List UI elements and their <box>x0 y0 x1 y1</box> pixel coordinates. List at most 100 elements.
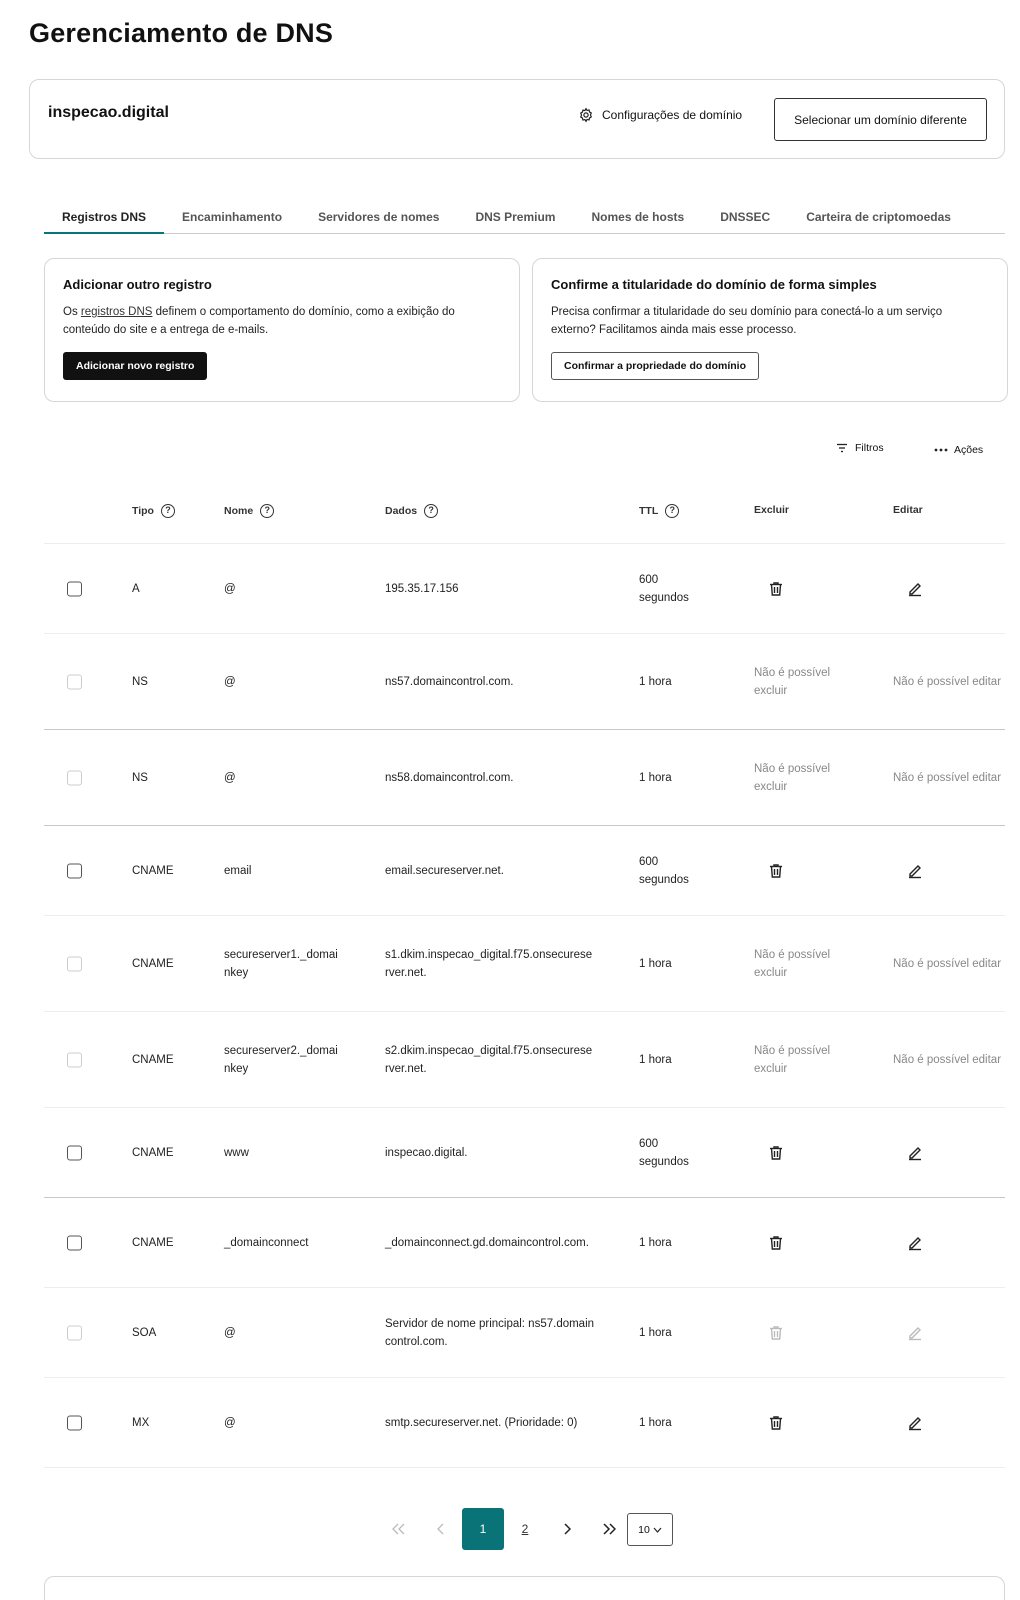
previous-page-button[interactable] <box>420 1508 462 1550</box>
help-icon[interactable]: ? <box>160 504 175 518</box>
confirm-ownership-title: Confirme a titularidade do domínio de fo… <box>551 277 877 292</box>
header-type: Tipo? <box>132 504 175 518</box>
tab-bar: Registros DNS Encaminhamento Servidores … <box>44 201 1005 234</box>
cannot-delete-text: Não é possível excluir <box>754 948 831 979</box>
header-ttl: TTL? <box>639 504 680 518</box>
record-ttl: 1 hora <box>639 1236 672 1249</box>
row-checkbox-cell <box>67 956 82 971</box>
help-icon[interactable]: ? <box>424 504 439 518</box>
row-checkbox <box>67 1052 82 1067</box>
header-name-label: Nome <box>224 505 254 517</box>
row-checkbox-cell <box>67 674 82 689</box>
dns-records-link[interactable]: registros DNS <box>81 306 153 318</box>
row-checkbox-cell <box>67 1415 82 1430</box>
table-header: Tipo? Nome? Dados? TTL? Excluir Editar <box>44 482 1005 544</box>
dns-records-table: Tipo? Nome? Dados? TTL? Excluir Editar A… <box>44 482 1005 1468</box>
page-2-button[interactable]: 2 <box>504 1508 546 1550</box>
header-delete-label: Excluir <box>754 504 790 516</box>
last-page-button[interactable] <box>588 1508 630 1550</box>
pencil-icon[interactable] <box>907 863 1017 879</box>
record-data: smtp.secureserver.net. (Prioridade: 0) <box>385 1416 578 1429</box>
record-name: @ <box>224 675 236 688</box>
row-checkbox-cell <box>67 1145 82 1160</box>
trash-icon[interactable] <box>768 1235 878 1251</box>
confirm-ownership-button[interactable]: Confirmar a propriedade do domínio <box>551 352 760 380</box>
tab-nameservers[interactable]: Servidores de nomes <box>300 201 457 234</box>
pencil-icon[interactable] <box>907 1235 1017 1251</box>
row-checkbox-cell <box>67 581 82 596</box>
tab-dns-records[interactable]: Registros DNS <box>44 201 165 234</box>
row-checkbox[interactable] <box>67 863 82 878</box>
header-ttl-label: TTL <box>639 505 659 517</box>
record-data: ns57.domaincontrol.com. <box>385 675 514 688</box>
record-ttl: 1 hora <box>639 957 672 970</box>
add-new-record-button[interactable]: Adicionar novo registro <box>63 352 208 380</box>
record-type: CNAME <box>132 1236 174 1249</box>
trash-icon[interactable] <box>768 1415 878 1431</box>
table-row: NS @ ns57.domaincontrol.com. 1 hora Não é po… <box>44 634 1005 730</box>
double-chevron-left-icon <box>392 1523 405 1535</box>
tab-premium-dns[interactable]: DNS Premium <box>457 201 573 234</box>
tab-forwarding[interactable]: Encaminhamento <box>164 201 300 234</box>
record-type: CNAME <box>132 957 174 970</box>
record-name: _domainconnect <box>224 1236 309 1249</box>
pencil-icon[interactable] <box>907 1145 1017 1161</box>
table-row: CNAME www inspecao.digital. 600 segundos <box>44 1108 1005 1198</box>
tab-hostnames[interactable]: Nomes de hosts <box>573 201 702 234</box>
help-icon[interactable]: ? <box>665 504 680 518</box>
help-icon[interactable]: ? <box>260 504 275 518</box>
next-page-button[interactable] <box>546 1508 588 1550</box>
pencil-icon[interactable] <box>907 581 1017 597</box>
table-body: A @195.35.17.156 600 segundos NS @ ns57.domai… <box>44 544 1005 1468</box>
record-data: email.secureserver.net. <box>385 864 504 877</box>
record-type: A <box>132 582 140 595</box>
row-checkbox-cell <box>67 863 82 878</box>
row-checkbox <box>67 1325 82 1340</box>
row-checkbox[interactable] <box>67 581 82 596</box>
header-data-label: Dados <box>385 505 418 517</box>
record-name: secureserver2._domainkey <box>224 1044 338 1075</box>
header-name: Nome? <box>224 504 275 518</box>
pencil-icon[interactable] <box>907 1415 1017 1431</box>
trash-icon[interactable] <box>768 581 878 597</box>
actions-button[interactable]: Ações <box>934 444 983 456</box>
cannot-edit-text: Não é possível editar <box>893 771 1002 784</box>
row-checkbox[interactable] <box>67 1145 82 1160</box>
record-type: SOA <box>132 1326 157 1339</box>
record-name: @ <box>224 582 236 595</box>
row-checkbox-cell <box>67 770 82 785</box>
trash-icon[interactable] <box>768 1145 878 1161</box>
domain-settings-link[interactable]: Configurações de domínio <box>578 107 742 123</box>
gear-icon <box>579 107 593 123</box>
row-checkbox[interactable] <box>67 1235 82 1250</box>
record-data: ns58.domaincontrol.com. <box>385 771 514 784</box>
cannot-edit-text: Não é possível editar <box>893 957 1002 970</box>
row-checkbox[interactable] <box>67 1415 82 1430</box>
tab-crypto-wallet[interactable]: Carteira de criptomoedas <box>788 201 969 234</box>
trash-icon[interactable] <box>768 863 878 879</box>
cannot-edit-text: Não é possível editar <box>893 675 1002 688</box>
table-row: CNAME _domainconnect _domainconnect.gd.dom… <box>44 1198 1005 1288</box>
record-data: 195.35.17.156 <box>385 582 459 595</box>
chevron-left-icon <box>437 1523 444 1535</box>
pagination: 1 2 <box>378 1508 630 1550</box>
header-data: Dados? <box>385 504 439 518</box>
rows-per-page-select[interactable]: 10 <box>627 1513 673 1546</box>
record-data: s1.dkim.inspecao_digital.f75.onsecureser… <box>385 948 593 979</box>
record-name: @ <box>224 1326 236 1339</box>
page-1-button[interactable]: 1 <box>462 1508 504 1550</box>
record-data: Servidor de nome principal: ns57.domainc… <box>385 1317 595 1348</box>
add-record-description: Os registros DNS definem o comportamento… <box>63 303 501 339</box>
header-edit: Editar <box>893 504 923 516</box>
record-data: inspecao.digital. <box>385 1146 468 1159</box>
actions-label: Ações <box>954 444 984 456</box>
filters-button[interactable]: Filtros <box>836 442 884 454</box>
record-ttl: 600 segundos <box>639 573 689 604</box>
cannot-edit-text: Não é possível editar <box>893 1053 1002 1066</box>
filters-label: Filtros <box>855 442 884 454</box>
first-page-button[interactable] <box>378 1508 420 1550</box>
table-row: NS @ ns58.domaincontrol.com. 1 hora Não é po… <box>44 730 1005 826</box>
filter-icon <box>837 443 847 453</box>
select-different-domain-button[interactable]: Selecionar um domínio diferente <box>774 98 987 141</box>
tab-dnssec[interactable]: DNSSEC <box>702 201 788 234</box>
